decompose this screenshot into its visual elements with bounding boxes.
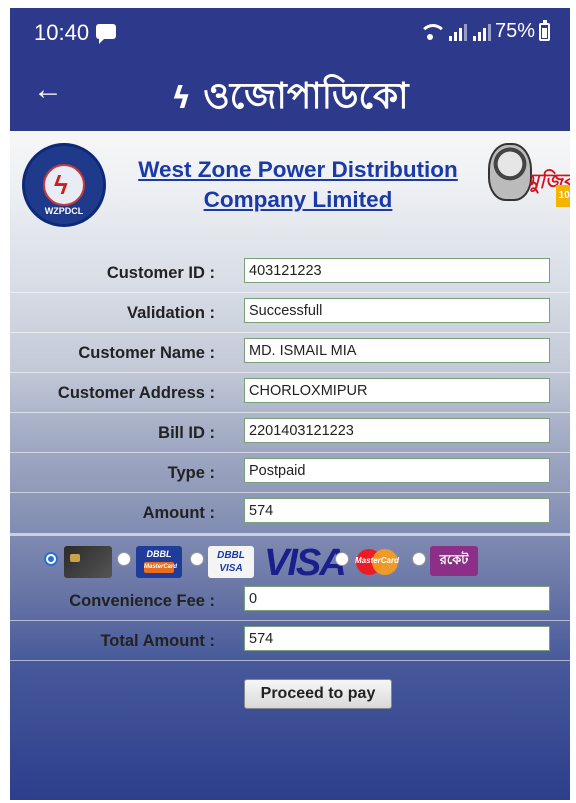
radio-dbbl-visa[interactable] — [190, 552, 204, 566]
wifi-icon — [417, 22, 447, 42]
amount-row: Amount : — [10, 493, 570, 533]
organization-header: ϟ WZPDCL West Zone Power Distribution Co… — [10, 131, 570, 231]
bill-payment-form: ϟ WZPDCL West Zone Power Distribution Co… — [10, 131, 570, 800]
radio-bkash-card[interactable] — [44, 552, 58, 566]
mastercard-icon[interactable]: MasterCard — [352, 546, 402, 578]
convenience-fee-label: Convenience Fee : — [69, 592, 215, 610]
proceed-to-pay-button[interactable]: Proceed to pay — [244, 679, 392, 709]
centenary-badge: 100 — [556, 185, 570, 207]
logo-emblem: ϟ — [43, 164, 85, 206]
dbbl-mastercard-text: MasterCard — [144, 562, 177, 573]
lightning-bolt-icon: ϟ — [171, 81, 192, 116]
total-amount-label: Total Amount : — [100, 632, 215, 650]
app-title: ওজোপাডিকো — [203, 76, 409, 117]
battery-percentage: 75% — [494, 20, 535, 42]
radio-dbbl-mastercard[interactable] — [117, 552, 131, 566]
bkash-card-icon[interactable] — [64, 546, 112, 578]
customer-name-label: Customer Name : — [78, 344, 215, 362]
type-field[interactable] — [244, 458, 550, 483]
logo-bolt-icon: ϟ — [54, 170, 68, 200]
type-row: Type : — [10, 453, 570, 493]
total-amount-field[interactable] — [244, 626, 550, 651]
app-bar: ← ϟ ওজোপাডিকো — [10, 53, 570, 131]
app-title-container: ϟ ওজোপাডিকো — [10, 69, 570, 129]
customer-id-field[interactable] — [244, 258, 550, 283]
customer-name-row: Customer Name : — [10, 333, 570, 373]
status-indicators: 75% — [417, 19, 550, 43]
status-time: 10:40 — [34, 20, 90, 45]
dbbl-logo-text: DBBL — [146, 549, 172, 559]
mujib-centenary-logo: মুজিব 100 — [484, 143, 570, 219]
amount-field[interactable] — [244, 498, 550, 523]
type-label: Type : — [167, 464, 215, 482]
signal-icon-sim2 — [472, 23, 491, 41]
payment-method-selector: DBBL MasterCard DBBL VISA VISA MasterCar… — [10, 533, 570, 582]
organization-name-link[interactable]: West Zone Power Distribution Company Lim… — [122, 155, 474, 215]
rocket-logo[interactable]: রকেট — [430, 546, 478, 576]
customer-address-row: Customer Address : — [10, 373, 570, 413]
bill-id-label: Bill ID : — [158, 424, 215, 442]
customer-name-field[interactable] — [244, 338, 550, 363]
mastercard-text: MasterCard — [354, 556, 399, 565]
dbbl-mastercard-icon[interactable]: DBBL MasterCard — [136, 546, 182, 578]
message-notification-icon — [96, 24, 116, 44]
validation-row: Validation : — [10, 293, 570, 333]
total-amount-row: Total Amount : — [10, 621, 570, 661]
customer-address-label: Customer Address : — [57, 384, 215, 402]
portrait-image — [488, 143, 532, 201]
amount-label: Amount : — [142, 504, 215, 522]
wzpdcl-logo: ϟ WZPDCL — [22, 143, 106, 227]
signal-icon — [448, 23, 467, 41]
validation-field[interactable] — [244, 298, 550, 323]
dbbl-visa-icon[interactable]: DBBL VISA — [208, 546, 254, 578]
phone-screen: 10:40 75% ← ϟ ওজোপাডিকো ϟ WZPDCL West Zon… — [10, 8, 570, 800]
battery-icon — [539, 19, 550, 41]
convenience-fee-row: Convenience Fee : — [10, 581, 570, 621]
validation-label: Validation : — [126, 304, 215, 322]
customer-address-field[interactable] — [244, 378, 550, 403]
bill-id-field[interactable] — [244, 418, 550, 443]
logo-text: WZPDCL — [44, 206, 84, 216]
customer-id-label: Customer ID : — [106, 264, 215, 282]
bill-id-row: Bill ID : — [10, 413, 570, 453]
convenience-fee-field[interactable] — [244, 586, 550, 611]
radio-rocket[interactable] — [412, 552, 426, 566]
radio-mastercard[interactable] — [335, 552, 349, 566]
status-bar: 10:40 75% — [10, 8, 570, 53]
customer-id-row: Customer ID : — [10, 253, 570, 293]
visa-logo[interactable]: VISA — [264, 544, 347, 582]
